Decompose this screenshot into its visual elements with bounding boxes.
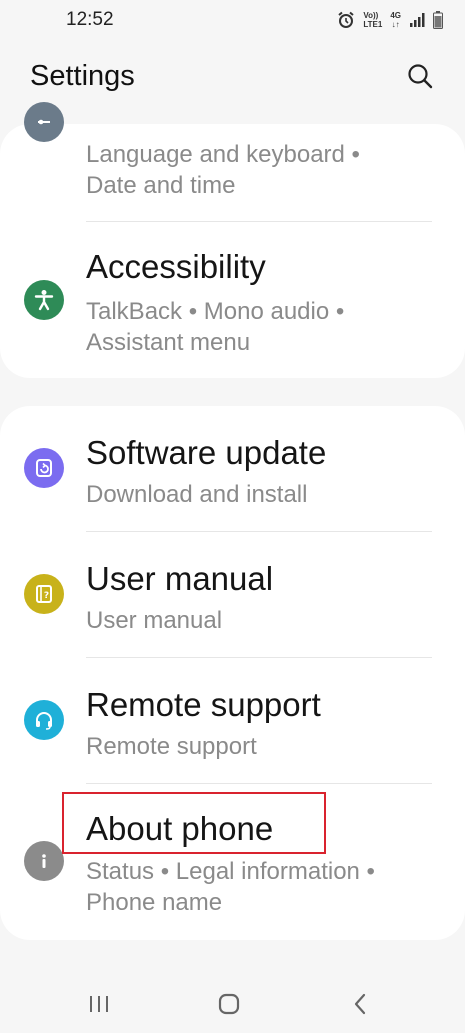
highlight-box [62, 792, 326, 854]
network-arrows: ↓↑ [391, 20, 400, 29]
user-manual-item[interactable]: ? User manual User manual [0, 532, 465, 657]
remote-support-title: Remote support [86, 686, 321, 723]
user-manual-icon: ? [24, 574, 64, 614]
status-bar: 12:52 Vo)) LTE1 4G ↓↑ [0, 0, 465, 40]
app-bar: Settings [0, 52, 465, 102]
svg-text:?: ? [44, 591, 49, 601]
page-title: Settings [30, 60, 135, 92]
battery-icon [433, 11, 443, 29]
search-icon [408, 64, 433, 89]
remote-support-item[interactable]: Remote support Remote support [0, 658, 465, 783]
accessibility-title: Accessibility [86, 248, 266, 285]
general-management-item[interactable]: Language and keyboard • Date and time [0, 102, 465, 220]
software-update-title: Software update [86, 434, 327, 471]
user-manual-title: User manual [86, 560, 274, 597]
alarm-icon [338, 11, 354, 28]
software-update-item[interactable]: Software update Download and install [0, 406, 465, 531]
network-indicator: 4G ↓↑ [390, 11, 401, 29]
divider [86, 221, 432, 222]
home-icon [218, 993, 240, 1015]
back-icon [354, 993, 366, 1015]
accessibility-item[interactable]: Accessibility TalkBack • Mono audio • As… [0, 224, 465, 374]
general-management-icon [24, 102, 64, 142]
software-update-sub: Download and install [86, 481, 308, 508]
home-button[interactable] [214, 991, 244, 1017]
accessibility-icon [24, 280, 64, 320]
volte-bottom: LTE1 [363, 20, 383, 29]
accessibility-sub-line2: Assistant menu [86, 329, 251, 356]
about-phone-sub-line2: Phone name [86, 889, 223, 916]
user-manual-sub: User manual [86, 607, 223, 634]
headset-icon [24, 700, 64, 740]
back-button[interactable] [346, 991, 376, 1017]
general-management-sub-line2: Date and time [86, 172, 236, 199]
recents-button[interactable] [84, 991, 114, 1017]
signal-icon [410, 13, 425, 27]
volte-indicator: Vo)) LTE1 [363, 11, 382, 29]
remote-support-sub: Remote support [86, 733, 257, 760]
status-time: 12:52 [66, 9, 114, 30]
recents-icon [90, 996, 108, 1012]
software-update-icon [24, 448, 64, 488]
info-icon [24, 841, 64, 881]
status-icons: Vo)) LTE1 4G ↓↑ [337, 8, 443, 32]
search-button[interactable] [404, 60, 436, 92]
navigation-bar [0, 975, 465, 1033]
general-management-sub-line1: Language and keyboard • [86, 141, 360, 168]
settings-card-support: Software update Download and install ? U… [0, 406, 465, 940]
volte-top: Vo)) [363, 11, 379, 20]
network-type: 4G [390, 11, 401, 20]
accessibility-sub-line1: TalkBack • Mono audio • [86, 298, 345, 325]
about-phone-sub-line1: Status • Legal information • [86, 858, 375, 885]
settings-card-system: Language and keyboard • Date and time Ac… [0, 102, 465, 378]
